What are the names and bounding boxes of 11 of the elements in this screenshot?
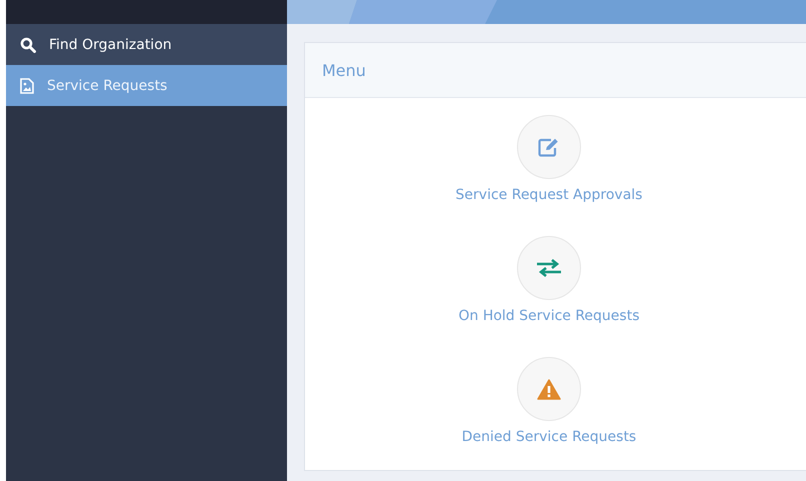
menu-link[interactable]: Denied Service Requests bbox=[462, 429, 636, 445]
edit-icon bbox=[538, 137, 560, 157]
exchange-arrows-icon bbox=[536, 259, 562, 277]
menu-link[interactable]: On Hold Service Requests bbox=[458, 308, 640, 324]
sidebar-item[interactable]: Service Requests bbox=[6, 65, 287, 106]
search-icon bbox=[20, 36, 36, 52]
warning-icon bbox=[537, 378, 561, 400]
menu-link[interactable]: Service Request Approvals bbox=[456, 187, 642, 203]
image-file-icon bbox=[20, 78, 34, 94]
card-title: Menu bbox=[322, 60, 366, 80]
sidebar-item[interactable]: Find Organization bbox=[6, 24, 287, 65]
